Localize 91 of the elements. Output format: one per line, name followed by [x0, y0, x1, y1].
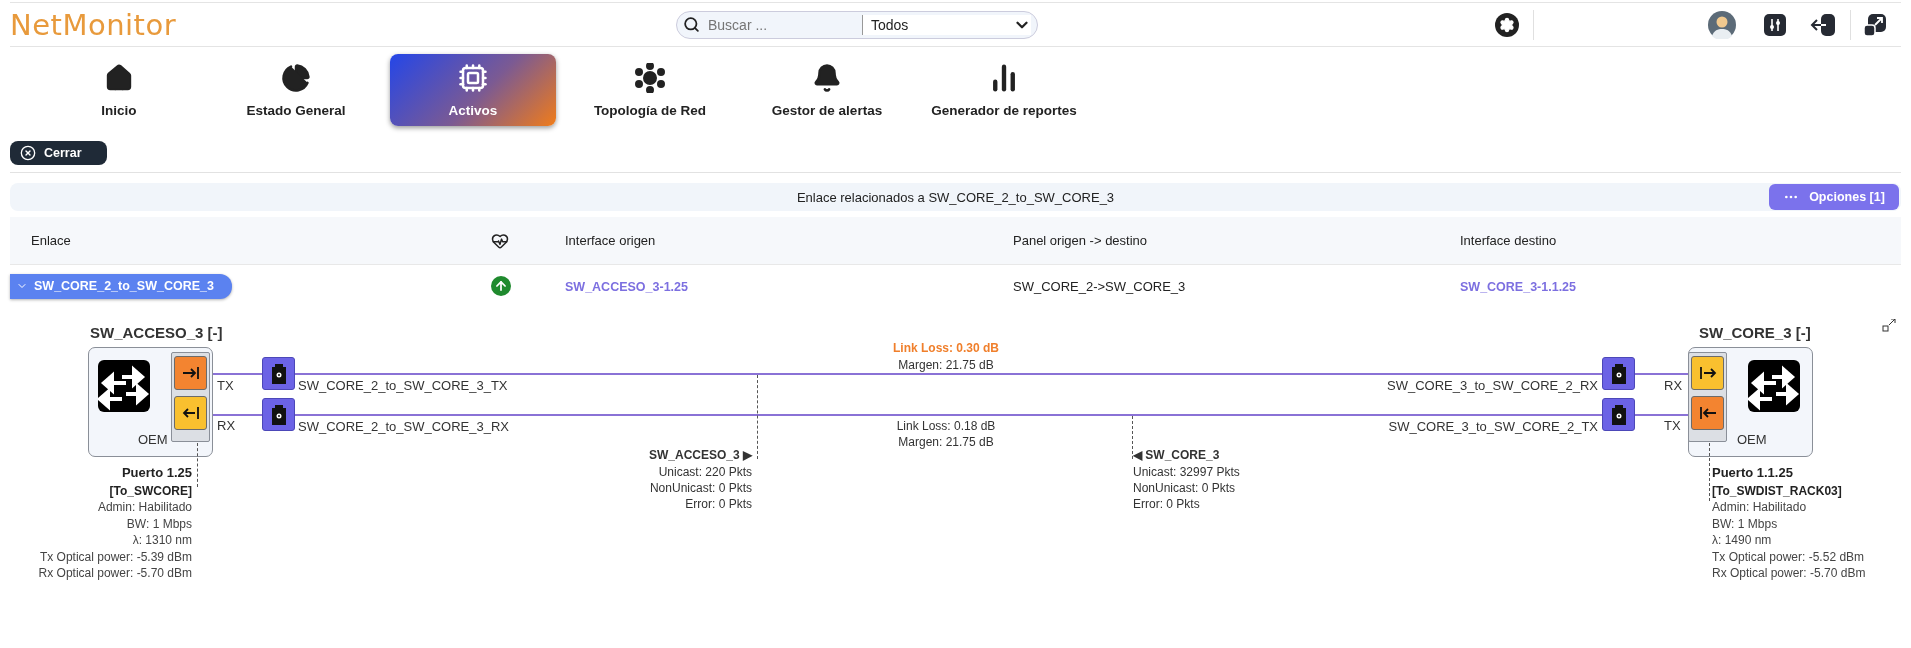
port-detail: BW: 1 Mbps: [126, 515, 192, 532]
panel-title: Enlace relacionados a SW_CORE_2_to_SW_CORE_3: [796, 189, 1115, 205]
link-row-toggle[interactable]: SW_CORE_2_to_SW_CORE_3: [10, 273, 232, 299]
search-icon: [683, 16, 700, 33]
connector-icon: [271, 363, 286, 384]
search-field[interactable]: Buscar ... Todos: [676, 10, 1038, 39]
traffic-stat: NonUnicast: 0 Pkts: [649, 480, 752, 496]
logout-icon[interactable]: [1810, 12, 1836, 37]
arrow-from-bar-icon: [1697, 366, 1718, 380]
app-logo: NetMonitor: [10, 7, 178, 42]
pie-chart-icon: [281, 62, 311, 93]
vendor-label: OEM: [1737, 432, 1767, 448]
column-header: Panel origen -> destino: [1013, 233, 1148, 248]
port-tile[interactable]: [1691, 396, 1724, 430]
settings-icon[interactable]: [1495, 12, 1519, 37]
traffic-device: ◀ SW_CORE_3: [1133, 447, 1220, 463]
expand-icon[interactable]: [1863, 12, 1887, 37]
port-detail: Admin: Habilitado: [97, 499, 192, 515]
traffic-stat: Unicast: 32997 Pkts: [1133, 464, 1240, 480]
connector[interactable]: [262, 398, 295, 431]
port-label: RX: [1664, 378, 1683, 394]
port-detail: Rx Optical power: -5.70 dBm: [1712, 565, 1866, 581]
nav-tab[interactable]: Gestor de alertas: [744, 54, 910, 126]
device-name: SW_ACCESO_3 [-]: [90, 325, 223, 341]
port-title: Puerto 1.1.25: [1712, 465, 1793, 481]
cable-label: SW_CORE_3_to_SW_CORE_2_TX: [1388, 419, 1598, 435]
nav-tab[interactable]: Inicio: [36, 54, 202, 126]
port-alias: [To_SWCORE]: [109, 482, 192, 499]
nav-tab[interactable]: Generador de reportes: [921, 54, 1087, 126]
network-icon: [635, 62, 665, 93]
cable-label: SW_CORE_3_to_SW_CORE_2_RX: [1387, 378, 1598, 394]
status-up-icon: [491, 276, 511, 296]
cable-label: SW_CORE_2_to_SW_CORE_3_TX: [298, 378, 508, 394]
interface-link[interactable]: SW_ACCESO_3-1.25: [565, 279, 688, 294]
close-button[interactable]: Cerrar: [10, 141, 107, 165]
port-label: RX: [217, 418, 236, 434]
arrow-to-bar-icon: [180, 366, 201, 380]
traffic-stat: Unicast: 220 Pkts: [658, 464, 752, 480]
chip-icon: [458, 62, 488, 93]
nav-tab[interactable]: Topología de Red: [567, 54, 733, 126]
link-margin: Margen: 21.75 dB: [898, 434, 994, 450]
traffic-device: SW_ACCESO_3 ▶: [648, 447, 752, 463]
nav-tab[interactable]: Estado General: [213, 54, 379, 126]
home-icon: [104, 62, 134, 93]
link-loss: Link Loss: 0.18 dB: [896, 418, 996, 434]
sliders-icon[interactable]: [1764, 13, 1786, 36]
port-detail: BW: 1 Mbps: [1712, 515, 1778, 532]
port-tile[interactable]: [174, 396, 207, 430]
connector[interactable]: [1602, 357, 1635, 390]
column-header: Interface origen: [565, 233, 656, 248]
port-tile[interactable]: [1691, 356, 1724, 390]
column-header: Interface destino: [1460, 233, 1557, 248]
link-loss: Link Loss: 0.30 dB: [893, 340, 999, 356]
heart-pulse-icon: [491, 231, 509, 250]
switch-icon: [98, 360, 150, 412]
port-detail: λ: 1490 nm: [1712, 532, 1772, 548]
connector-icon: [271, 404, 286, 425]
traffic-stat: NonUnicast: 0 Pkts: [1133, 480, 1236, 496]
port-detail: λ: 1310 nm: [132, 532, 192, 548]
link-margin: Margen: 21.75 dB: [898, 357, 994, 373]
port-detail: Tx Optical power: -5.52 dBm: [1712, 548, 1865, 565]
interface-link[interactable]: SW_CORE_3-1.1.25: [1460, 279, 1577, 294]
bell-icon: [812, 62, 842, 93]
options-button[interactable]: Opciones [1]: [1769, 184, 1899, 210]
column-header: Enlace: [30, 233, 72, 248]
filter-dropdown[interactable]: Todos: [862, 14, 1031, 35]
vendor-label: OEM: [138, 432, 168, 448]
port-detail: Admin: Habilitado: [1712, 499, 1807, 515]
connector-icon: [1611, 363, 1626, 384]
port-alias: [To_SWDIST_RACK03]: [1712, 482, 1842, 499]
port-detail: Tx Optical power: -5.39 dBm: [39, 548, 192, 565]
port-label: TX: [217, 378, 234, 394]
arrow-from-bar-icon: [180, 406, 201, 420]
cable-label: SW_CORE_2_to_SW_CORE_3_RX: [298, 419, 509, 435]
table-cell: SW_CORE_2->SW_CORE_3: [1013, 278, 1186, 294]
traffic-stat: Error: 0 Pkts: [685, 496, 752, 512]
avatar-icon[interactable]: [1708, 10, 1736, 39]
expand-icon[interactable]: [1882, 319, 1896, 333]
device-name: SW_CORE_3 [-]: [1699, 325, 1811, 341]
port-label: TX: [1664, 418, 1681, 434]
arrow-to-bar-icon: [1697, 406, 1718, 420]
switch-icon: [1748, 360, 1800, 412]
connector-icon: [1611, 404, 1626, 425]
connector[interactable]: [1602, 398, 1635, 431]
port-detail: Rx Optical power: -5.70 dBm: [38, 565, 192, 581]
connector[interactable]: [262, 357, 295, 390]
nav-tab[interactable]: Activos: [390, 54, 556, 126]
close-icon: [20, 145, 36, 161]
traffic-stat: Error: 0 Pkts: [1133, 496, 1200, 512]
port-title: Puerto 1.25: [121, 465, 192, 481]
port-tile[interactable]: [174, 356, 207, 390]
